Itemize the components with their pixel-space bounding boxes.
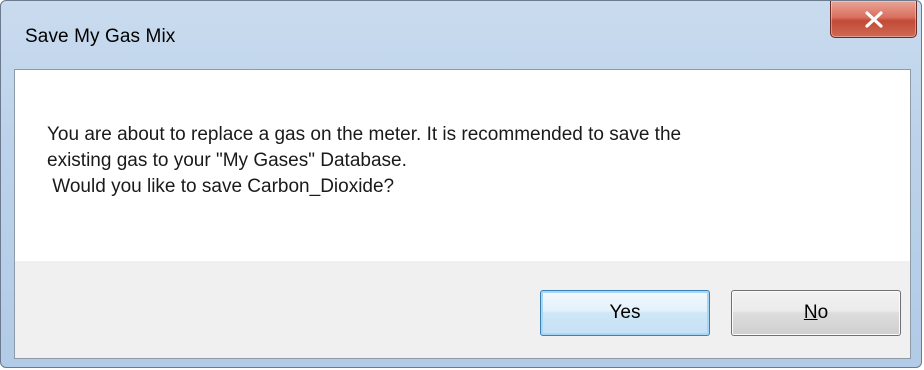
yes-button-label: Yes bbox=[609, 302, 641, 323]
message-area: You are about to replace a gas on the me… bbox=[15, 70, 910, 261]
close-button[interactable] bbox=[830, 1, 917, 38]
title-bar[interactable]: Save My Gas Mix bbox=[1, 1, 921, 73]
dialog-message: You are about to replace a gas on the me… bbox=[47, 124, 682, 197]
no-button[interactable]: No bbox=[731, 290, 901, 336]
dialog-title: Save My Gas Mix bbox=[25, 26, 176, 47]
close-icon bbox=[865, 11, 883, 28]
no-button-label-rest: o bbox=[817, 302, 829, 323]
dialog-body: You are about to replace a gas on the me… bbox=[14, 69, 911, 359]
dialog-window: Save My Gas Mix You are about to replace… bbox=[0, 0, 922, 368]
no-button-label: No bbox=[804, 302, 828, 324]
yes-button[interactable]: Yes bbox=[540, 290, 710, 336]
no-button-mnemonic: N bbox=[803, 302, 818, 323]
